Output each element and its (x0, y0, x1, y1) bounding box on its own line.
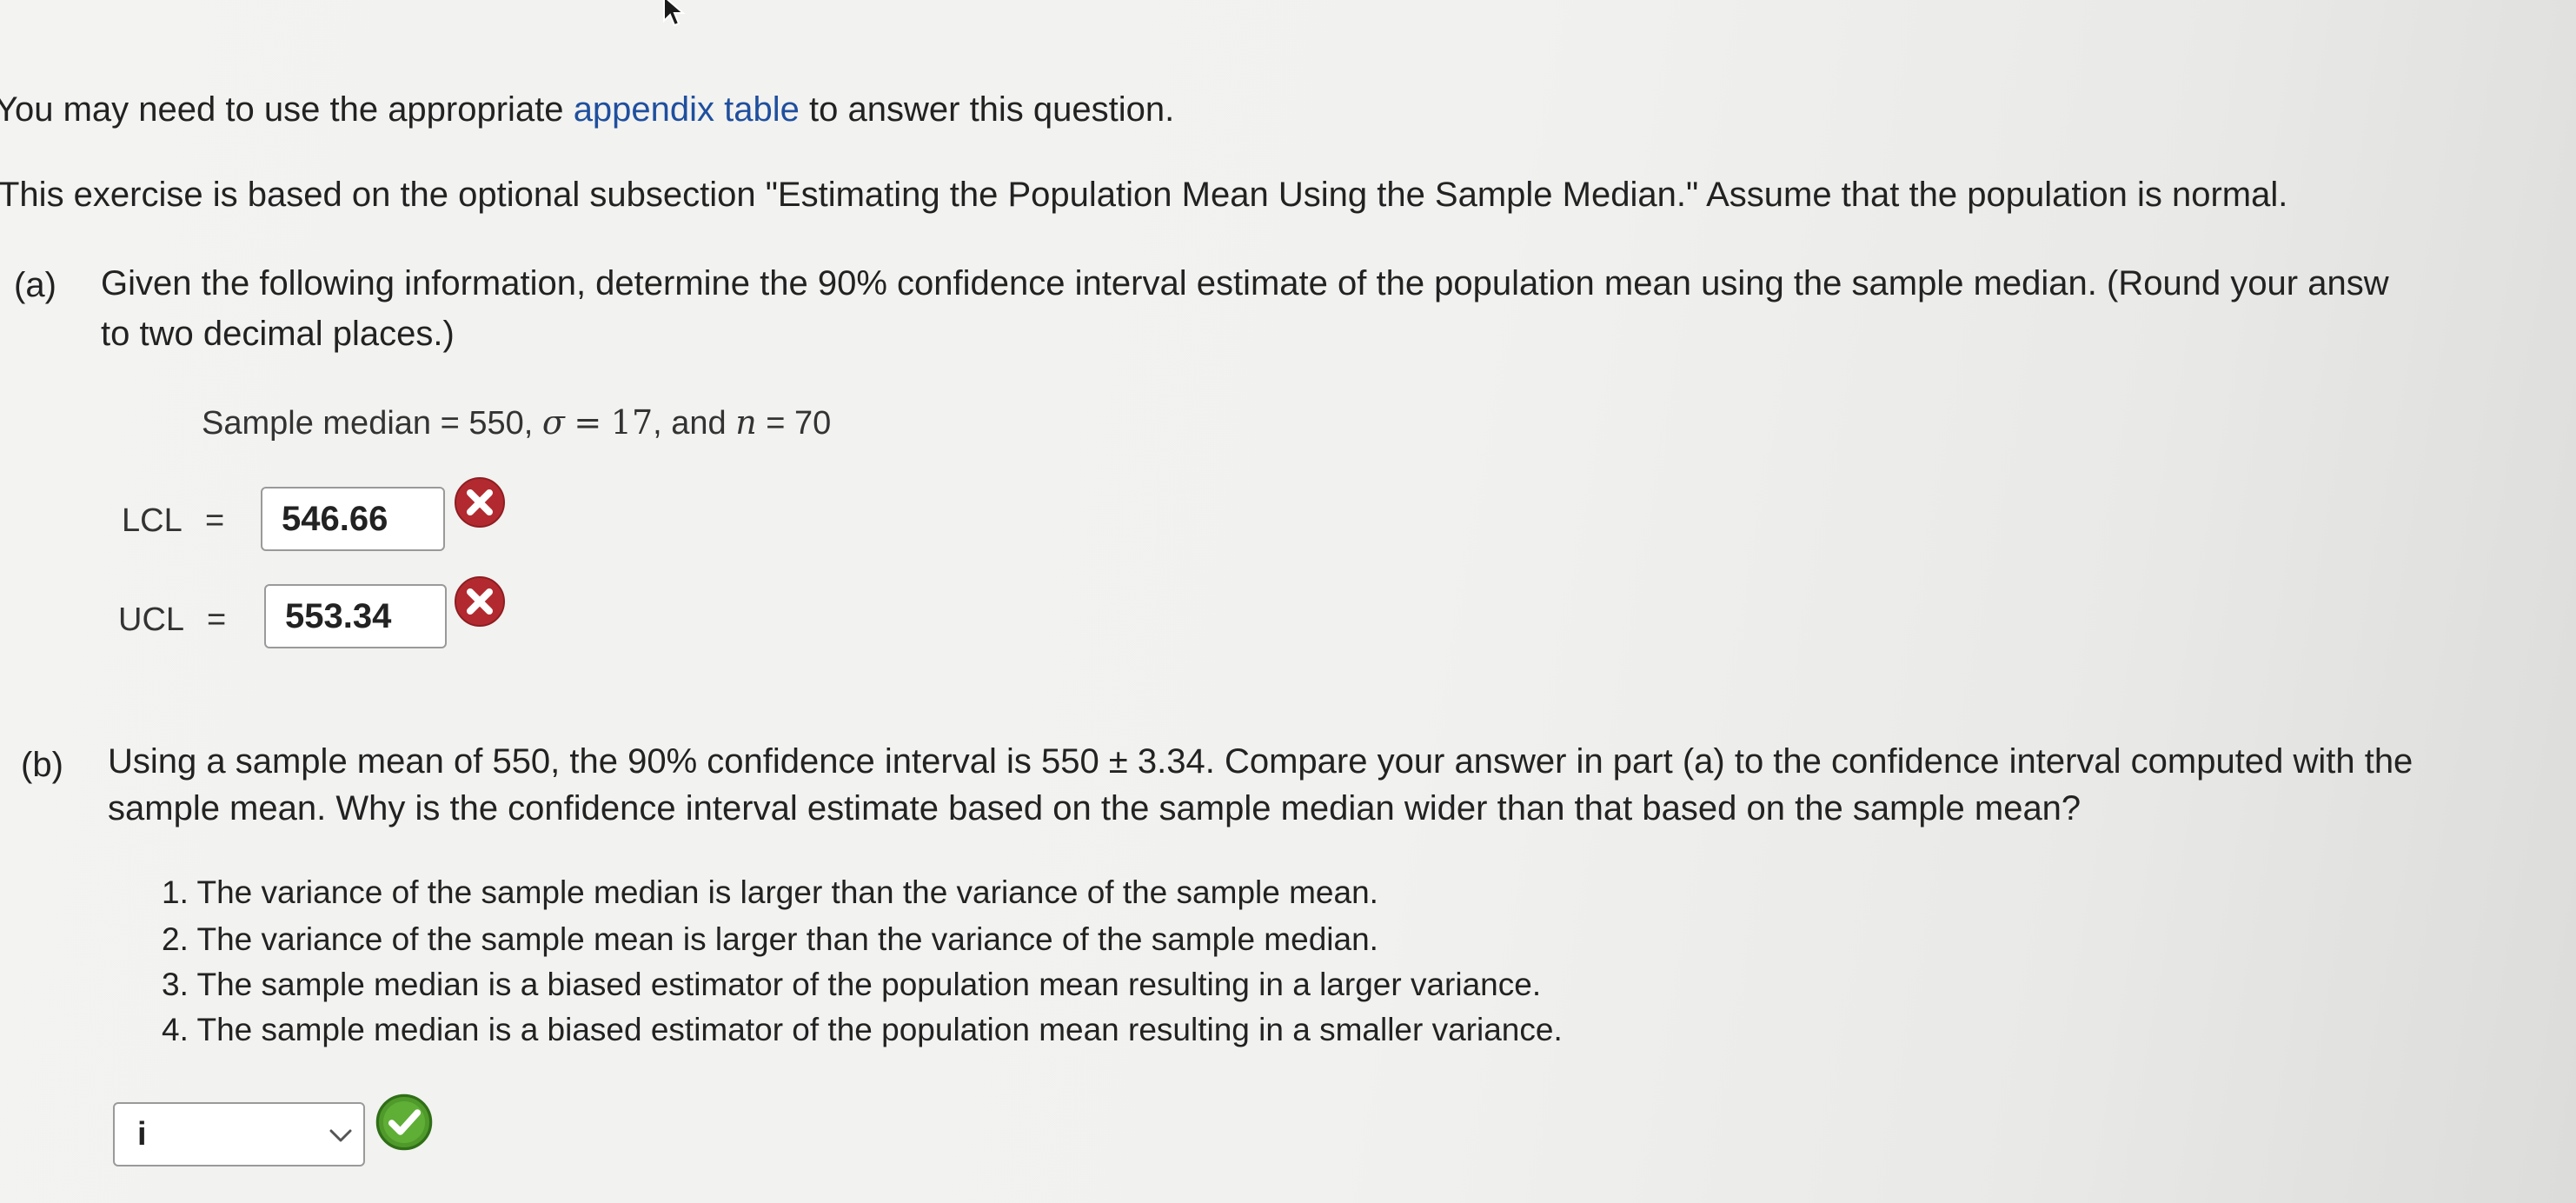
mouse-pointer-icon (663, 0, 686, 27)
part-b-label: (b) (21, 746, 63, 784)
lcl-input[interactable]: 546.66 (261, 487, 445, 551)
part-b-question-line2: sample mean. Why is the confidence inter… (108, 789, 2081, 827)
ucl-label: UCL (118, 602, 185, 638)
chevron-down-icon (329, 1129, 352, 1142)
given-values: Sample median = 550, σ = 17, and n = 70 (202, 403, 831, 442)
ucl-value: 553.34 (285, 596, 392, 635)
option-1: 1. The variance of the sample median is … (162, 874, 1378, 910)
n-text: = 70 (766, 405, 832, 442)
answer-select-value: i (137, 1116, 147, 1153)
sigma-value: 17 (610, 403, 654, 442)
option-2: 2. The variance of the sample mean is la… (162, 921, 1378, 957)
sigma-equals: = (574, 403, 602, 442)
lcl-value: 546.66 (282, 499, 388, 538)
x-circle-icon (455, 576, 505, 627)
exercise-text: This exercise is based on the optional s… (0, 176, 2288, 214)
ucl-input[interactable]: 553.34 (264, 584, 447, 648)
lcl-label: LCL (122, 502, 183, 539)
sigma-symbol: σ (541, 403, 565, 442)
n-symbol: n (735, 403, 757, 442)
part-a-label: (a) (14, 266, 56, 304)
given-and-text: , and (653, 405, 727, 442)
appendix-table-link[interactable]: appendix table (574, 90, 800, 129)
intro-text: You may need to use the appropriate appe… (0, 90, 1174, 130)
lcl-equals: = (205, 502, 225, 539)
answer-select[interactable]: i (113, 1102, 365, 1166)
option-4: 4. The sample median is a biased estimat… (162, 1012, 1563, 1047)
part-a-question-line1: Given the following information, determi… (101, 264, 2389, 302)
given-median-text: Sample median = 550, (202, 405, 534, 442)
check-circle-icon (375, 1093, 433, 1151)
ucl-equals: = (207, 602, 227, 638)
intro-suffix: to answer this question. (809, 90, 1175, 129)
x-circle-icon (455, 477, 505, 528)
part-b-question-line1: Using a sample mean of 550, the 90% conf… (108, 742, 2413, 781)
intro-prefix: You may need to use the appropriate (0, 90, 564, 129)
part-a-question-line2: to two decimal places.) (101, 315, 455, 353)
option-3: 3. The sample median is a biased estimat… (162, 967, 1542, 1002)
